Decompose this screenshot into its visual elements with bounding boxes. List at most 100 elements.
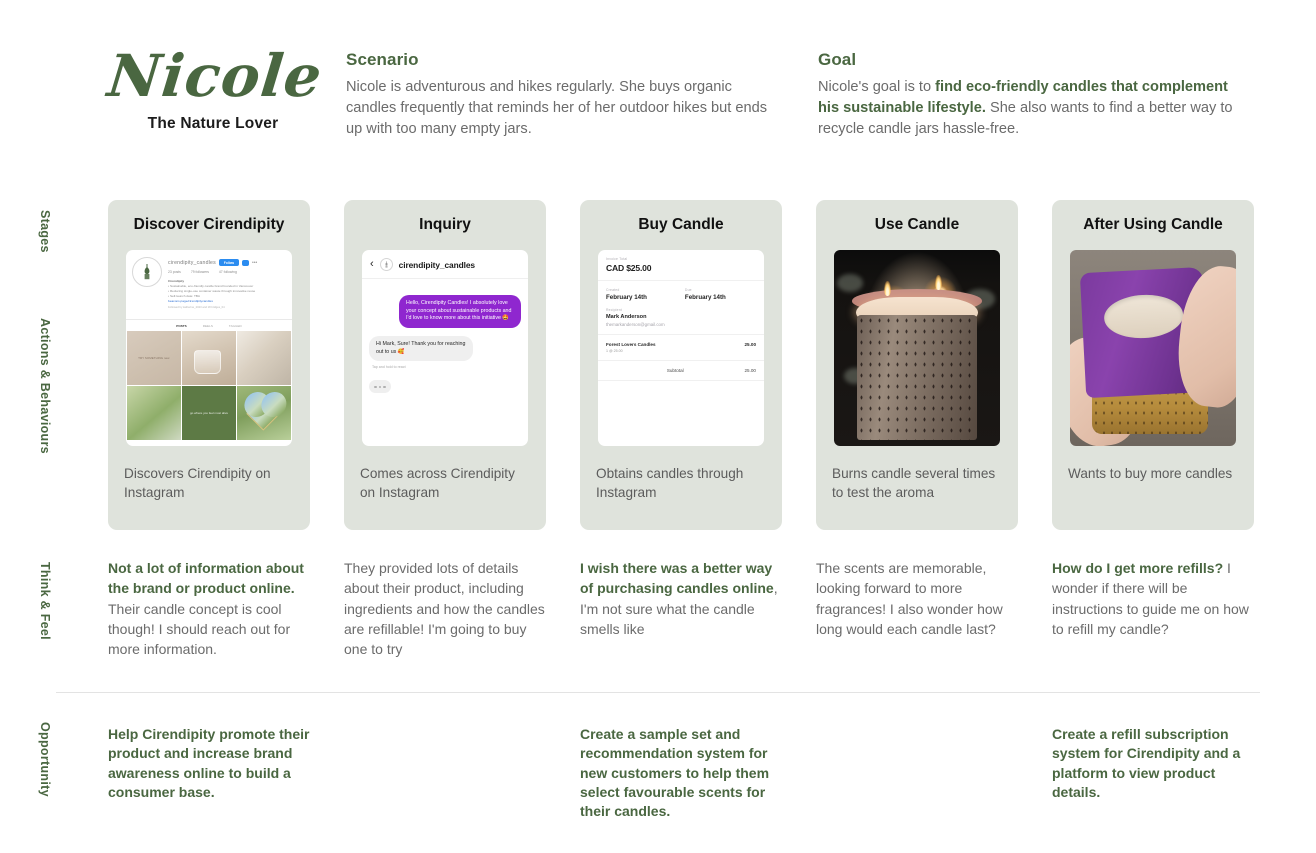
opportunity-cell: [816, 725, 1018, 822]
stage-caption: Burns candle several times to test the a…: [832, 466, 996, 501]
created-label: Created: [606, 288, 620, 292]
opportunity-cell: [344, 725, 546, 822]
stage-caption: Comes across Cirendipity on Instagram: [360, 466, 515, 501]
post-caption-5: go where you feel most alive: [189, 411, 228, 416]
think-feel-emphasis: How do I get more refills?: [1052, 560, 1224, 576]
add-friend-icon[interactable]: [242, 259, 250, 266]
post-thumbnail[interactable]: [237, 331, 291, 385]
row-label-stages: Stages: [38, 210, 52, 253]
post-thumbnail[interactable]: go where you feel most alive: [182, 386, 236, 441]
think-feel-emphasis: Not a lot of information about the brand…: [108, 560, 304, 597]
tab-posts[interactable]: POSTS: [176, 324, 187, 328]
invoice-total-label: Invoice Total: [606, 257, 628, 261]
think-feel-cell: The scents are memorable, looking forwar…: [816, 558, 1018, 659]
post-grid: TRY SOMETHING new go where you feel most…: [126, 331, 292, 441]
candle-logo-icon: [144, 264, 150, 280]
stage-caption: Obtains candles through Instagram: [596, 466, 744, 501]
item-name: Forest Lovers Candles: [606, 342, 656, 347]
heart-frame-shape: [246, 395, 282, 431]
think-feel-emphasis: I wish there was a better way of purchas…: [580, 560, 774, 597]
follower-count[interactable]: 79 followers: [191, 270, 209, 274]
stage-card-use: Use Candle Burns candle several times to…: [816, 200, 1018, 530]
stage-cards-row: Discover Cirendipity cirendipity_candles: [108, 200, 1263, 530]
candle-jar-shape: [193, 349, 221, 375]
avatar: [379, 258, 393, 271]
think-feel-cell: I wish there was a better way of purchas…: [580, 558, 782, 659]
stage-card-inquiry: Inquiry ‹ cirendipity_candles Hello, Cir…: [344, 200, 546, 530]
persona-block: Nicole The Nature Lover: [104, 42, 326, 133]
refill-jar-photo: [1070, 250, 1236, 446]
scenario-heading: Scenario: [346, 50, 419, 69]
item-quantity: 1 @ 25.00: [606, 348, 623, 353]
persona-name: Nicole: [104, 42, 326, 110]
think-feel-row: Not a lot of information about the brand…: [108, 558, 1263, 659]
tab-tagged[interactable]: TAGGED: [229, 324, 242, 328]
more-options-icon[interactable]: •••: [252, 260, 257, 265]
conversation-title: cirendipity_candles: [398, 259, 475, 270]
due-value: February 14th: [684, 294, 726, 301]
post-thumbnail[interactable]: TRY SOMETHING new: [127, 331, 181, 385]
recipient-name: Mark Anderson: [606, 314, 647, 320]
due-block: Due February 14th: [685, 288, 726, 301]
goal-heading: Goal: [818, 50, 857, 69]
opportunity-cell: Help Cirendipity promote their product a…: [108, 726, 310, 800]
instagram-dm-mockup: ‹ cirendipity_candles Hello, Cirendipity…: [362, 250, 528, 446]
post-caption-1: TRY SOMETHING new: [138, 355, 170, 360]
follow-button[interactable]: Follow: [218, 259, 240, 267]
stage-title: After Using Candle: [1083, 216, 1223, 233]
subtotal-label: Subtotal: [666, 367, 684, 373]
invoice-total-value: CAD $25.00: [606, 263, 652, 273]
created-value: February 14th: [606, 294, 647, 301]
think-feel-text: Their candle concept is cool though! I s…: [108, 600, 291, 658]
section-divider: [56, 692, 1260, 693]
stage-card-discover: Discover Cirendipity cirendipity_candles: [108, 200, 310, 530]
flame-icon: [935, 275, 943, 291]
think-feel-cell: Not a lot of information about the brand…: [108, 558, 310, 659]
bio-line-3: • Self-launch date: TBA: [168, 293, 200, 298]
invoice-line-item: Forest Lovers Candles 25.00 1 @ 25.00: [598, 335, 764, 361]
goal-lead: Nicole's goal is to: [818, 79, 936, 95]
think-feel-text: They provided lots of details about thei…: [344, 560, 545, 658]
stage-title: Buy Candle: [638, 216, 724, 233]
created-block: Created February 14th: [606, 288, 647, 301]
chevron-left-icon[interactable]: ‹: [370, 259, 374, 270]
post-thumbnail[interactable]: [182, 331, 236, 385]
wax-inside: [1103, 292, 1185, 340]
row-label-think-feel: Think & Feel: [38, 562, 52, 640]
invoice-total-section: Invoice Total CAD $25.00: [598, 250, 764, 281]
post-thumbnail[interactable]: [237, 386, 291, 441]
candle-vessel: [857, 314, 977, 441]
persona-tagline: The Nature Lover: [147, 114, 279, 132]
scenario-block: Scenario Nicole is adventurous and hikes…: [346, 50, 776, 140]
invoice-mockup: Invoice Total CAD $25.00 Created Februar…: [598, 250, 764, 446]
row-label-actions: Actions & Behaviours: [38, 318, 52, 454]
react-hint: Tap and hold to react: [372, 365, 406, 370]
opportunity-row: Help Cirendipity promote their product a…: [108, 725, 1263, 822]
row-label-opportunity: Opportunity: [38, 722, 52, 797]
instagram-profile-mockup: cirendipity_candles Follow ••• 23 posts …: [126, 250, 292, 446]
following-count[interactable]: 47 following: [219, 270, 237, 274]
goal-body: Nicole's goal is to find eco-friendly ca…: [818, 77, 1238, 140]
stage-title: Inquiry: [419, 216, 471, 233]
opportunity-cell: Create a refill subscription system for …: [1052, 726, 1241, 800]
bio-link[interactable]: beacons.page/cirendipitycandles: [168, 299, 287, 304]
tab-reels[interactable]: REELS: [203, 324, 213, 328]
lit-candle-photo: [834, 250, 1000, 446]
stage-title: Use Candle: [874, 216, 960, 233]
subtotal-value: 25.00: [744, 367, 756, 373]
stage-caption: Wants to buy more candles: [1068, 466, 1233, 481]
opportunity-cell: Create a sample set and recommendation s…: [580, 726, 770, 820]
invoice-dates-section: Created February 14th Due February 14th …: [598, 281, 764, 335]
post-count: 23 posts: [168, 270, 181, 275]
think-feel-text: The scents are memorable, looking forwar…: [816, 560, 1003, 637]
typing-indicator: [369, 380, 391, 394]
invoice-subtotal: Subtotal 25.00: [598, 361, 764, 381]
message-bubble-outgoing: Hello, Cirendipity Candles! I absolutely…: [399, 295, 521, 329]
stage-title: Discover Cirendipity: [133, 216, 285, 233]
post-thumbnail[interactable]: [127, 386, 181, 441]
recipient-email: themarkanderson@gmail.com: [606, 322, 665, 327]
flame-icon: [883, 281, 891, 297]
candle-logo-icon: [385, 261, 388, 268]
goal-block: Goal Nicole's goal is to find eco-friend…: [818, 50, 1238, 140]
think-feel-cell: They provided lots of details about thei…: [344, 558, 546, 659]
